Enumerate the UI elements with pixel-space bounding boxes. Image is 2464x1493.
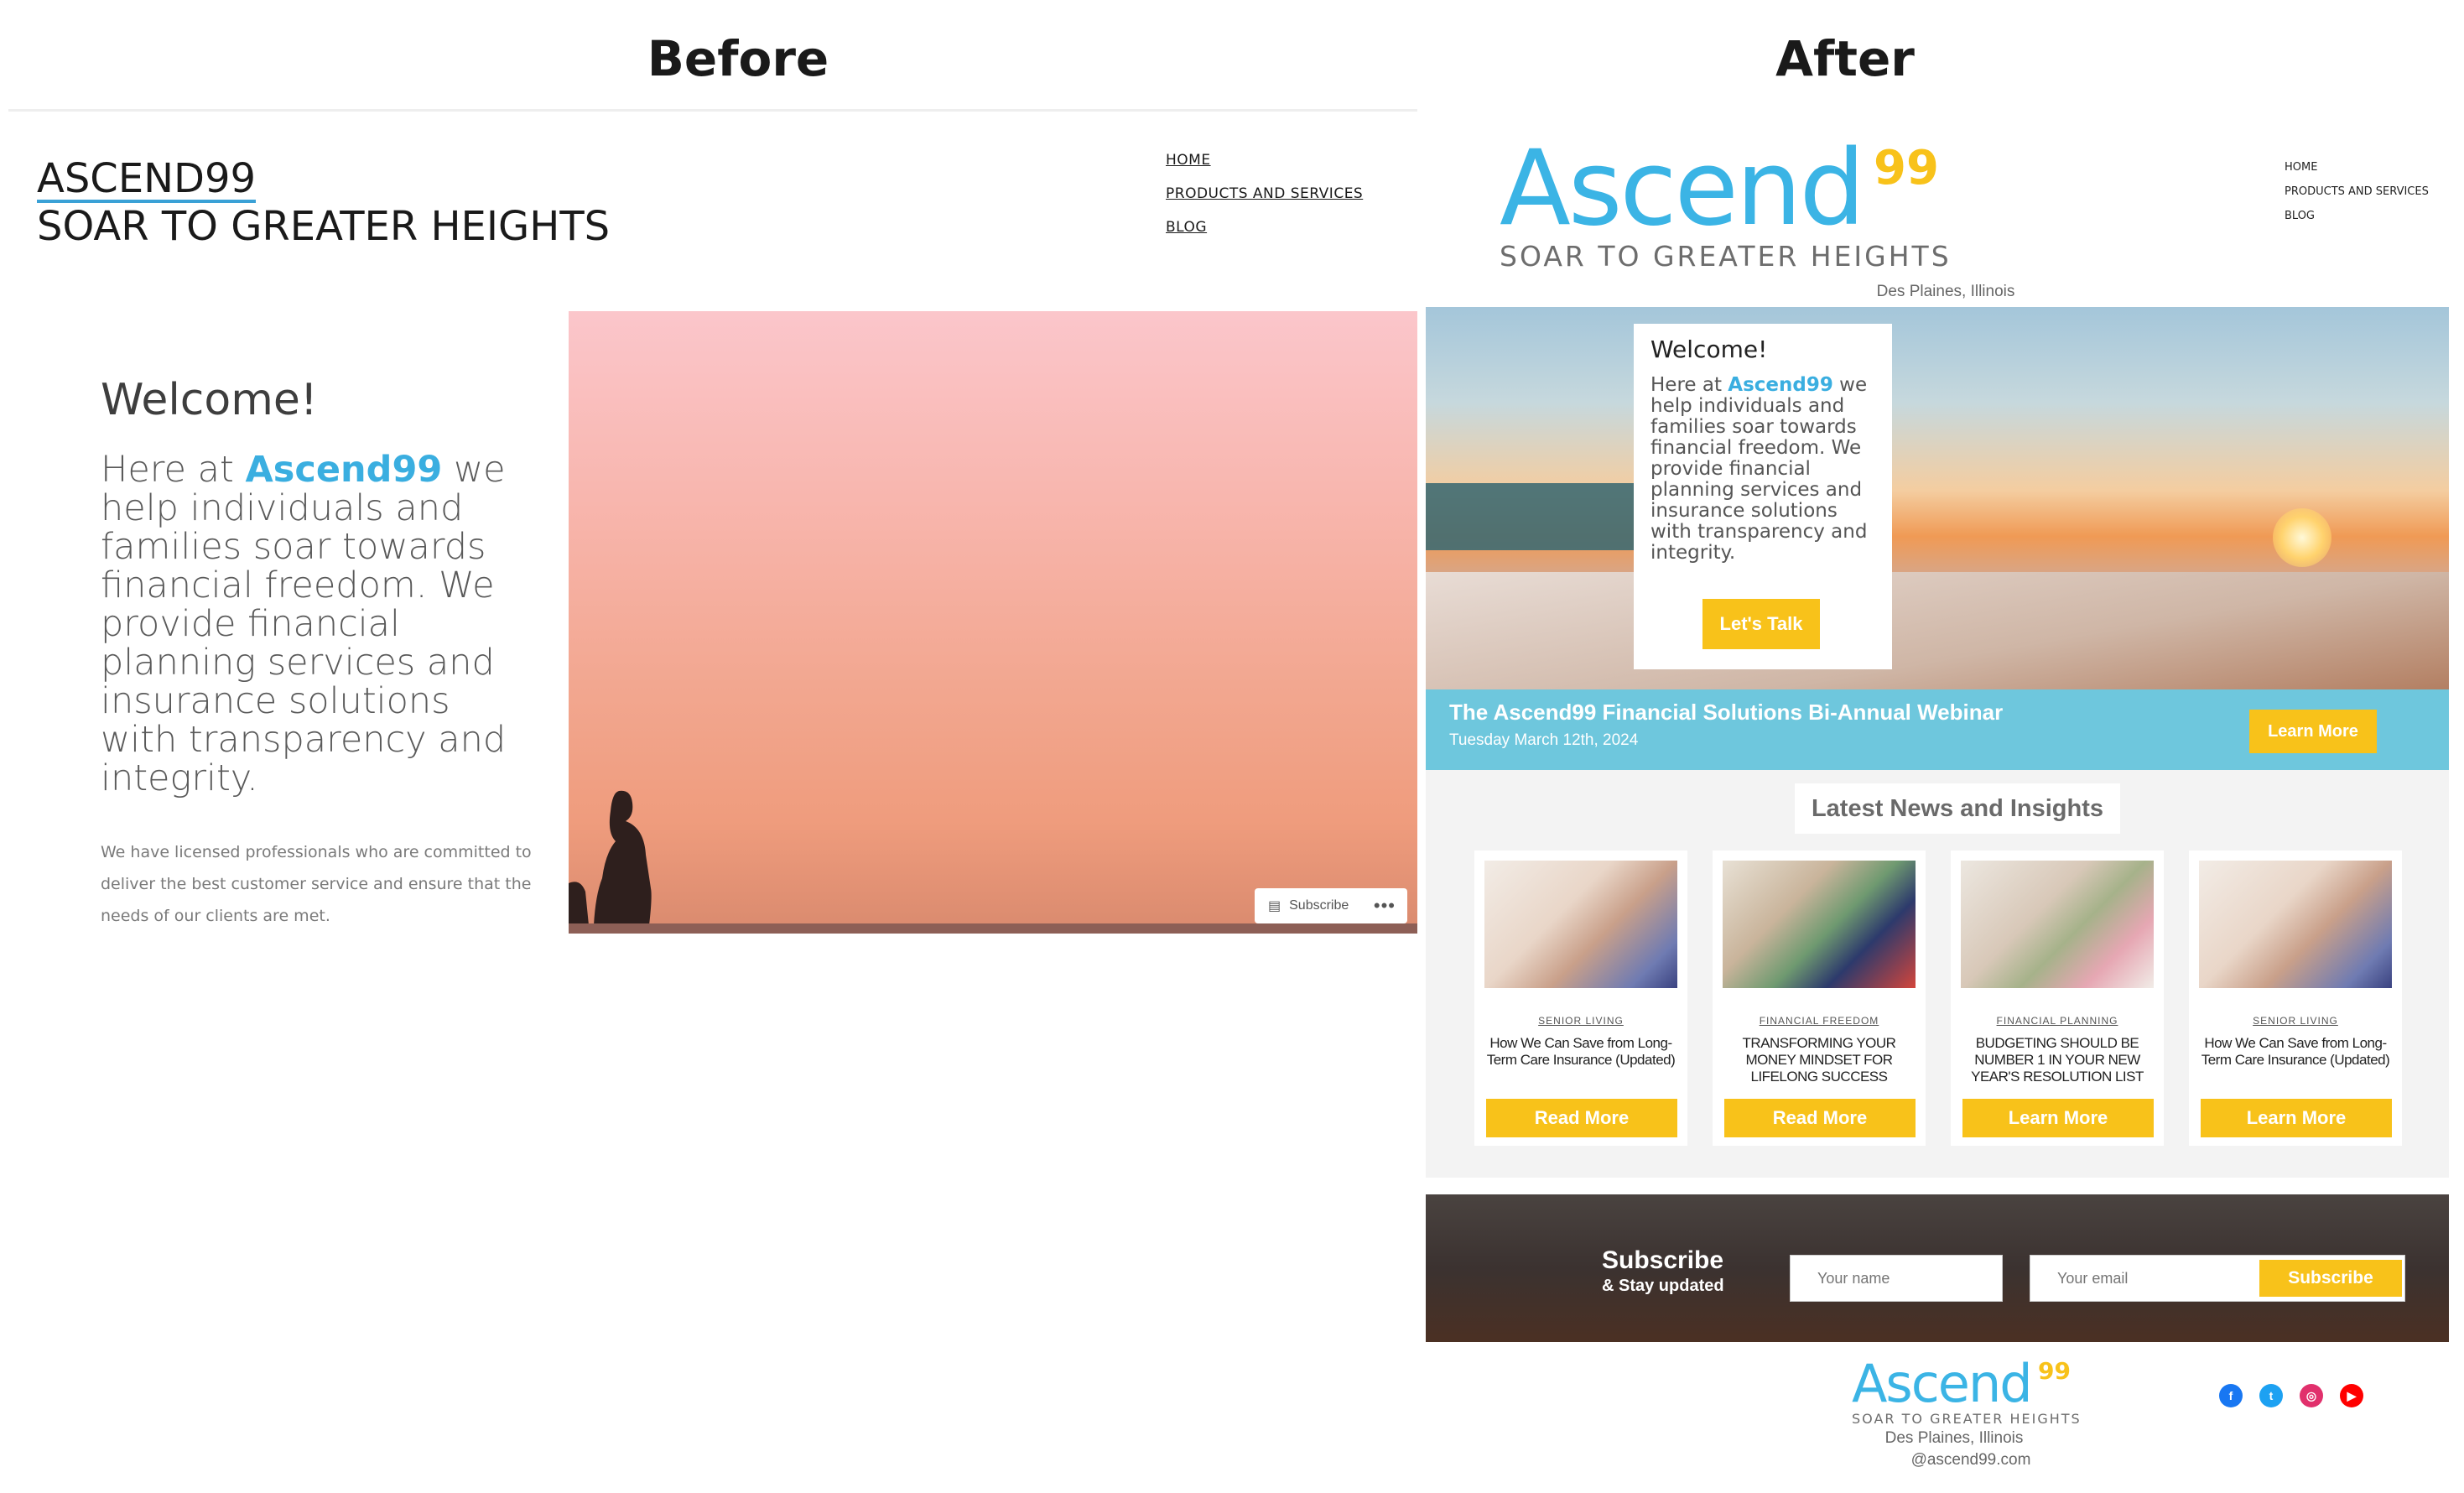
before-nav: HOME PRODUCTS AND SERVICES BLOG bbox=[1166, 152, 1363, 252]
news-title: Latest News and Insights bbox=[1795, 783, 2120, 834]
subscribe-widget[interactable]: ▤ Subscribe ••• bbox=[1255, 888, 1407, 923]
before-welcome-heading: Welcome! bbox=[101, 375, 318, 425]
money-image[interactable] bbox=[1723, 861, 1916, 988]
before-intro-prefix: Here at bbox=[101, 449, 246, 491]
read-more-button[interactable]: Read More bbox=[1486, 1099, 1677, 1137]
news-card[interactable]: FINANCIAL FREEDOM TRANSFORMING YOUR MONE… bbox=[1713, 851, 1926, 1146]
after-panel: Ascend 99 SOAR TO GREATER HEIGHTS HOME P… bbox=[1426, 109, 2464, 1485]
read-more-button[interactable]: Read More bbox=[1724, 1099, 1916, 1137]
sunset-photo: ▤ Subscribe ••• bbox=[569, 311, 1417, 934]
lets-talk-button[interactable]: Let's Talk bbox=[1702, 599, 1820, 649]
news-section: Latest News and Insights SENIOR LIVING H… bbox=[1426, 770, 2449, 1178]
twitter-icon[interactable]: t bbox=[2259, 1384, 2283, 1407]
logo-superscript: 99 bbox=[1874, 141, 1939, 195]
footer-address: Des Plaines, Illinois @ascend99.com bbox=[1761, 1428, 2147, 1471]
before-site-title[interactable]: ASCEND99 SOAR TO GREATER HEIGHTS bbox=[37, 155, 610, 250]
before-nav-products[interactable]: PRODUCTS AND SERVICES bbox=[1166, 185, 1363, 202]
learn-more-button[interactable]: Learn More bbox=[1962, 1099, 2154, 1137]
planning-image[interactable] bbox=[1961, 861, 2154, 988]
before-intro-rest: we help individuals and families soar to… bbox=[101, 449, 507, 799]
after-nav: HOME PRODUCTS AND SERVICES BLOG bbox=[2285, 161, 2429, 234]
after-heading: After bbox=[1775, 30, 1915, 87]
footer-logo-superscript: 99 bbox=[2038, 1357, 2071, 1385]
news-card[interactable]: FINANCIAL PLANNING BUDGETING SHOULD BE N… bbox=[1951, 851, 2164, 1146]
learn-more-button[interactable]: Learn More bbox=[2201, 1099, 2392, 1137]
news-category[interactable]: FINANCIAL FREEDOM bbox=[1713, 1015, 1926, 1027]
after-logo[interactable]: Ascend 99 SOAR TO GREATER HEIGHTS bbox=[1500, 134, 1952, 273]
webinar-date: Tuesday March 12th, 2024 bbox=[1449, 731, 1639, 749]
news-card[interactable]: SENIOR LIVING How We Can Save from Long-… bbox=[1474, 851, 1687, 1146]
after-intro-text: Here at Ascend99 we help individuals and… bbox=[1650, 375, 1875, 564]
before-heading: Before bbox=[647, 30, 829, 87]
news-title-text[interactable]: How We Can Save from Long-Term Care Insu… bbox=[1486, 1035, 1676, 1069]
welcome-card: Welcome! Here at Ascend99 we help indivi… bbox=[1634, 324, 1892, 669]
webinar-banner: The Ascend99 Financial Solutions Bi-Annu… bbox=[1426, 689, 2449, 770]
subscribe-strip: Subscribe & Stay updated Subscribe bbox=[1426, 1194, 2449, 1342]
name-input[interactable] bbox=[1790, 1255, 2003, 1302]
news-card[interactable]: SENIOR LIVING How We Can Save from Long-… bbox=[2189, 851, 2402, 1146]
subscribe-subtitle: & Stay updated bbox=[1602, 1277, 1724, 1295]
footer-logo[interactable]: Ascend 99 SOAR TO GREATER HEIGHTS bbox=[1852, 1357, 2082, 1428]
after-welcome-heading: Welcome! bbox=[1650, 336, 1768, 363]
youtube-icon[interactable]: ▶ bbox=[2340, 1384, 2363, 1407]
hands-image[interactable] bbox=[1484, 861, 1677, 988]
news-category[interactable]: SENIOR LIVING bbox=[2189, 1015, 2402, 1027]
header-location: Des Plaines, Illinois bbox=[1876, 283, 2015, 300]
before-small-text: We have licensed professionals who are c… bbox=[101, 843, 532, 925]
after-nav-products[interactable]: PRODUCTS AND SERVICES bbox=[2285, 185, 2429, 198]
beach-house-image bbox=[1426, 483, 1635, 550]
news-title-text[interactable]: How We Can Save from Long-Term Care Insu… bbox=[2201, 1035, 2390, 1069]
instagram-icon[interactable]: ◎ bbox=[2300, 1384, 2323, 1407]
hands-image[interactable] bbox=[2199, 861, 2392, 988]
before-nav-blog[interactable]: BLOG bbox=[1166, 219, 1363, 236]
reader-icon: ▤ bbox=[1268, 899, 1281, 913]
footer-logo-tagline: SOAR TO GREATER HEIGHTS bbox=[1852, 1411, 2082, 1427]
sand-image bbox=[1426, 572, 2449, 689]
before-panel: ASCEND99 SOAR TO GREATER HEIGHTS HOME PR… bbox=[8, 109, 1417, 956]
news-title-text[interactable]: BUDGETING SHOULD BE NUMBER 1 IN YOUR NEW… bbox=[1962, 1035, 2152, 1085]
footer-location: Des Plaines, Illinois bbox=[1884, 1429, 2024, 1447]
beach-hero: Welcome! Here at Ascend99 we help indivi… bbox=[1426, 307, 2449, 689]
news-category[interactable]: FINANCIAL PLANNING bbox=[1951, 1015, 2164, 1027]
before-intro-brand: Ascend99 bbox=[245, 449, 443, 491]
webinar-learn-more-button[interactable]: Learn More bbox=[2249, 710, 2377, 753]
subscribe-label[interactable]: Subscribe bbox=[1289, 898, 1349, 913]
after-nav-home[interactable]: HOME bbox=[2285, 161, 2429, 174]
logo-tagline: SOAR TO GREATER HEIGHTS bbox=[1500, 240, 1952, 273]
after-intro-prefix: Here at bbox=[1650, 374, 1728, 396]
after-nav-blog[interactable]: BLOG bbox=[2285, 210, 2429, 222]
before-intro-text: Here at Ascend99 we help individuals and… bbox=[101, 450, 537, 798]
before-nav-home[interactable]: HOME bbox=[1166, 152, 1363, 169]
subscribe-button[interactable]: Subscribe bbox=[2259, 1260, 2402, 1297]
footer-handle: @ascend99.com bbox=[1910, 1451, 2031, 1469]
subscribe-title: Subscribe bbox=[1602, 1246, 1724, 1274]
webinar-title: The Ascend99 Financial Solutions Bi-Annu… bbox=[1449, 700, 2004, 725]
news-title-text[interactable]: TRANSFORMING YOUR MONEY MINDSET FOR LIFE… bbox=[1724, 1035, 1914, 1085]
horizon bbox=[569, 923, 1417, 934]
facebook-icon[interactable]: f bbox=[2219, 1384, 2243, 1407]
before-site-title-line1[interactable]: ASCEND99 bbox=[37, 158, 257, 203]
before-site-title-line2: SOAR TO GREATER HEIGHTS bbox=[37, 203, 611, 250]
sun-image bbox=[2273, 508, 2331, 567]
news-category[interactable]: SENIOR LIVING bbox=[1474, 1015, 1687, 1027]
after-intro-brand: Ascend99 bbox=[1728, 374, 1833, 396]
after-intro-rest: we help individuals and families soar to… bbox=[1650, 374, 1868, 564]
more-icon[interactable]: ••• bbox=[1374, 895, 1396, 917]
silhouette-image bbox=[569, 790, 652, 925]
